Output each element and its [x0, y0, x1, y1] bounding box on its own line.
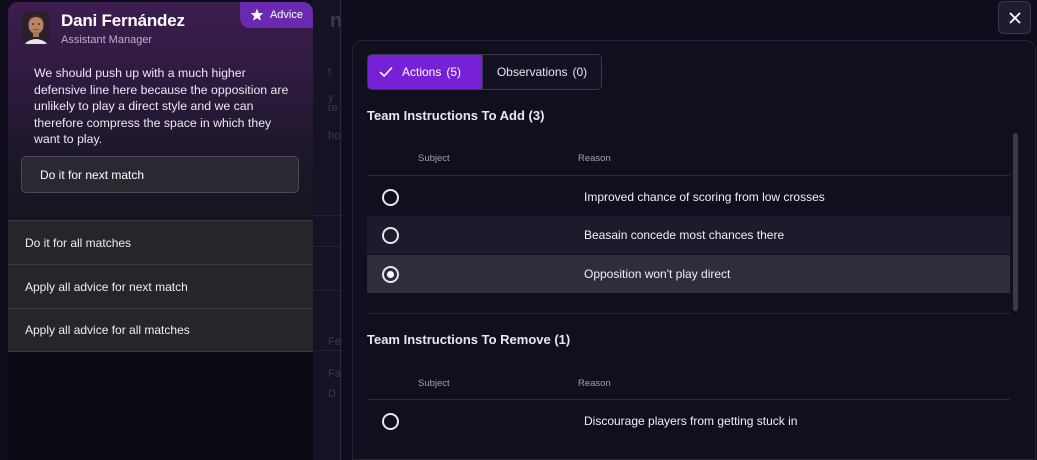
- advisor-name: Dani Fernández: [61, 11, 185, 30]
- row-radio[interactable]: [382, 226, 399, 244]
- advisor-portrait-icon: [22, 12, 50, 44]
- advice-options: Do it for all matches Apply all advice f…: [8, 220, 313, 352]
- close-icon: [1009, 12, 1020, 23]
- add-col-subject: Subject: [418, 153, 450, 164]
- close-button[interactable]: [998, 1, 1031, 34]
- table-divider: [367, 175, 1010, 176]
- add-section-title: Team Instructions To Add (3): [367, 108, 545, 123]
- apply-all-next-match-button[interactable]: Apply all advice for next match: [8, 264, 313, 308]
- avatar: [22, 12, 50, 44]
- advice-badge-label: Advice: [269, 9, 303, 21]
- advice-panel: Dani Fernández Assistant Manager Advice …: [8, 2, 313, 460]
- row-radio-selected[interactable]: [382, 265, 399, 283]
- background-text-fragment: t: [328, 66, 332, 78]
- background-text-fragment: re: [328, 102, 338, 114]
- background-divider: [312, 215, 342, 216]
- tab-actions[interactable]: Actions (5): [368, 55, 482, 89]
- row-reason: Beasain concede most chances there: [584, 228, 785, 242]
- advice-message: We should push up with a much higher def…: [34, 66, 289, 146]
- advisor-role: Assistant Manager: [61, 34, 153, 46]
- scrollbar[interactable]: [1013, 133, 1018, 311]
- star-icon: [250, 8, 264, 21]
- tab-bar: Actions (5) Observations (0): [367, 54, 602, 90]
- do-it-all-matches-button[interactable]: Do it for all matches: [8, 220, 313, 264]
- do-it-next-match-button[interactable]: Do it for next match: [21, 156, 299, 193]
- tab-observations-label: Observations: [496, 65, 568, 79]
- remove-section-title: Team Instructions To Remove (1): [367, 332, 571, 347]
- tab-actions-label: Actions: [402, 65, 442, 79]
- row-reason: Discourage players from getting stuck in: [584, 414, 798, 428]
- row-radio[interactable]: [382, 412, 399, 430]
- section-divider: [367, 313, 1010, 314]
- add-col-reason: Reason: [578, 153, 611, 164]
- background-text-fragment: D: [328, 388, 336, 400]
- remove-col-subject: Subject: [418, 378, 450, 389]
- table-row-selected[interactable]: Opposition won't play direct: [367, 255, 1010, 293]
- background-text-fragment: Fe: [328, 336, 341, 348]
- check-icon: [379, 67, 393, 77]
- advice-badge: Advice: [239, 2, 313, 28]
- remove-col-reason: Reason: [578, 378, 611, 389]
- overlay-edge: [340, 0, 341, 460]
- row-reason: Improved chance of scoring from low cros…: [584, 190, 825, 204]
- background-divider: [312, 350, 342, 351]
- table-row[interactable]: Beasain concede most chances there: [367, 216, 1010, 254]
- actions-panel: Actions (5) Observations (0) Team Instruct…: [352, 40, 1036, 460]
- background-divider: [312, 290, 342, 291]
- row-radio[interactable]: [382, 188, 399, 206]
- tab-observations[interactable]: Observations (0): [482, 55, 601, 89]
- background-page: no t y re ho Fe Fa D: [312, 0, 342, 460]
- apply-all-all-matches-button[interactable]: Apply all advice for all matches: [8, 308, 313, 352]
- advice-header: Dani Fernández Assistant Manager Advice …: [8, 2, 313, 222]
- background-divider: [312, 246, 342, 247]
- background-text-fragment: ho: [328, 130, 341, 142]
- tab-observations-count: (0): [572, 65, 588, 79]
- tab-actions-count: (5): [446, 65, 462, 79]
- table-row[interactable]: Improved chance of scoring from low cros…: [367, 178, 1010, 216]
- table-row[interactable]: Discourage players from getting stuck in: [367, 402, 1010, 440]
- row-reason: Opposition won't play direct: [584, 267, 731, 281]
- table-divider: [367, 399, 1010, 400]
- background-text-fragment: Fa: [328, 368, 341, 380]
